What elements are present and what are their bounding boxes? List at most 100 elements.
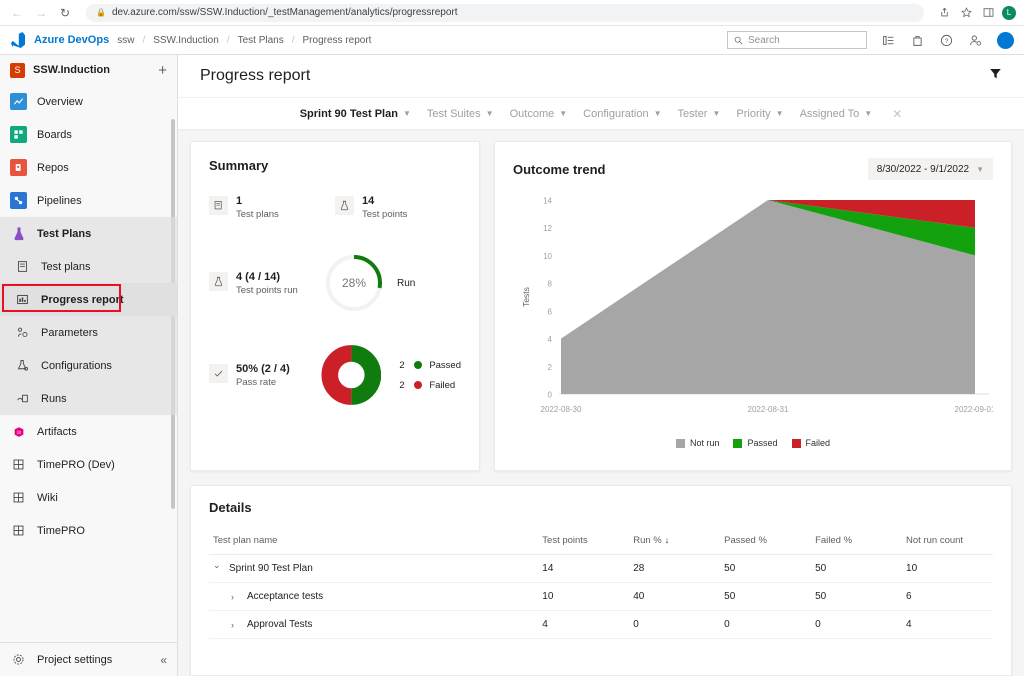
pass-value: 50% (2 / 4) xyxy=(236,363,290,375)
sidebar-item-artifacts[interactable]: Artifacts xyxy=(0,415,177,448)
cell-failed-pct: 0 xyxy=(811,611,902,639)
sidebar-item-overview[interactable]: Overview xyxy=(0,85,177,118)
sidebar-item-boards[interactable]: Boards xyxy=(0,118,177,151)
add-button[interactable]: + xyxy=(158,63,167,78)
avatar[interactable] xyxy=(997,32,1014,49)
azure-devops-logo[interactable] xyxy=(10,32,26,48)
sidebar-item-parameters[interactable]: Parameters xyxy=(0,316,177,349)
run-label: Test points run xyxy=(236,285,298,296)
sidebar-item-progress-report[interactable]: Progress report xyxy=(0,283,177,316)
column-header-test-plan-name[interactable]: Test plan name xyxy=(209,529,538,555)
column-header-run-pct[interactable]: Run %↓ xyxy=(629,529,720,555)
chevron-down-icon: ▼ xyxy=(403,109,411,118)
breadcrumb-hub[interactable]: Test Plans xyxy=(238,35,284,46)
boards-icon xyxy=(10,126,27,143)
user-settings-icon[interactable] xyxy=(968,33,983,48)
help-icon[interactable]: ? xyxy=(939,33,954,48)
close-icon[interactable]: ✕ xyxy=(892,107,902,121)
shopping-bag-icon[interactable] xyxy=(910,33,925,48)
run-gauge: 28% xyxy=(323,252,385,314)
back-arrow-icon[interactable]: ← xyxy=(8,4,26,22)
details-table: Test plan name Test points Run %↓ Passed… xyxy=(209,529,993,639)
chevron-down-icon[interactable]: ⌄ xyxy=(213,560,222,571)
chevron-right-icon[interactable]: › xyxy=(231,620,240,630)
cell-test-plan-name: ›Acceptance tests xyxy=(209,583,538,611)
chevron-down-icon: ▼ xyxy=(486,109,494,118)
column-header-not-run-count[interactable]: Not run count xyxy=(902,529,993,555)
svg-text:8: 8 xyxy=(548,280,553,289)
row-name: Sprint 90 Test Plan xyxy=(229,563,313,574)
column-header-failed-pct[interactable]: Failed % xyxy=(811,529,902,555)
sidebar-item-project-settings[interactable]: Project settings « xyxy=(0,642,177,676)
date-range-selector[interactable]: 8/30/2022 - 9/1/2022 ▼ xyxy=(868,158,993,180)
cell-test-plan-name: › Approval Tests xyxy=(209,611,538,639)
breadcrumb-page[interactable]: Progress report xyxy=(303,35,372,46)
svg-text:2022-08-31: 2022-08-31 xyxy=(748,405,789,414)
cell-test-points: 10 xyxy=(538,583,629,611)
sidebar-item-pipelines[interactable]: Pipelines xyxy=(0,184,177,217)
sidebar-item-label: TimePRO (Dev) xyxy=(37,459,115,471)
column-header-passed-pct[interactable]: Passed % xyxy=(720,529,811,555)
project-header[interactable]: S SSW.Induction + xyxy=(0,55,177,85)
sidebar-item-repos[interactable]: Repos xyxy=(0,151,177,184)
sidebar-item-wiki[interactable]: Wiki xyxy=(0,481,177,514)
filter-configuration[interactable]: Configuration ▼ xyxy=(583,108,661,120)
legend-label: Passed xyxy=(747,438,777,448)
svg-text:0: 0 xyxy=(548,391,553,400)
filter-test-plan[interactable]: Sprint 90 Test Plan ▼ xyxy=(300,108,411,120)
side-panel-icon[interactable] xyxy=(980,5,996,21)
sidebar-item-label: Overview xyxy=(37,96,83,108)
brand-name[interactable]: Azure DevOps xyxy=(34,34,109,46)
legend-count: 2 xyxy=(399,380,407,391)
filter-outcome[interactable]: Outcome ▼ xyxy=(510,108,568,120)
reload-icon[interactable]: ↻ xyxy=(56,4,74,22)
browser-profile-avatar[interactable]: L xyxy=(1002,6,1016,20)
breadcrumb-org[interactable]: ssw xyxy=(117,35,134,46)
lock-icon: 🔒 xyxy=(96,8,106,17)
filter-priority[interactable]: Priority ▼ xyxy=(736,108,783,120)
filter-label: Sprint 90 Test Plan xyxy=(300,108,398,120)
forward-arrow-icon[interactable]: → xyxy=(32,4,50,22)
legend-item-passed[interactable]: Passed xyxy=(733,438,777,448)
cell-passed-pct: 50 xyxy=(720,555,811,583)
table-row[interactable]: ›Acceptance tests104050506 xyxy=(209,583,993,611)
share-icon[interactable] xyxy=(936,5,952,21)
star-icon[interactable] xyxy=(958,5,974,21)
row-name: Approval Tests xyxy=(247,619,312,630)
filter-funnel-icon[interactable] xyxy=(989,67,1002,85)
artifacts-icon xyxy=(10,423,27,440)
app-shell: S SSW.Induction + Overview Boards xyxy=(0,55,1024,676)
svg-text:Tests: Tests xyxy=(521,287,531,307)
page-header: Progress report xyxy=(178,55,1024,97)
collapse-chevrons-icon[interactable]: « xyxy=(160,653,167,667)
cell-run-pct: 28 xyxy=(629,555,720,583)
table-row[interactable]: ⌄Sprint 90 Test Plan1428505010 xyxy=(209,555,993,583)
filter-test-suites[interactable]: Test Suites ▼ xyxy=(427,108,494,120)
search-input[interactable]: Search xyxy=(727,31,867,49)
address-bar[interactable]: 🔒 dev.azure.com/ssw/SSW.Induction/_testM… xyxy=(86,4,924,22)
filter-assigned-to[interactable]: Assigned To ▼ xyxy=(800,108,873,120)
column-header-test-points[interactable]: Test points xyxy=(538,529,629,555)
chevron-down-icon: ▼ xyxy=(776,109,784,118)
legend-swatch-passed xyxy=(733,439,742,448)
sidebar-item-timepro-dev[interactable]: TimePRO (Dev) xyxy=(0,448,177,481)
test-plan-list-icon xyxy=(14,258,31,275)
sidebar-item-test-plans-hub[interactable]: Test Plans xyxy=(0,217,177,250)
cell-test-points: 14 xyxy=(538,555,629,583)
legend-swatch-failed xyxy=(792,439,801,448)
sidebar-item-timepro[interactable]: TimePRO xyxy=(0,514,177,547)
breadcrumb-project[interactable]: SSW.Induction xyxy=(153,35,219,46)
cell-not-run-count: 6 xyxy=(902,583,993,611)
table-row[interactable]: ›Approval Tests40004 xyxy=(209,611,993,639)
legend-item-failed[interactable]: Failed xyxy=(792,438,831,448)
chevron-right-icon[interactable]: › xyxy=(231,592,240,602)
search-placeholder: Search xyxy=(748,35,780,46)
sidebar-item-configurations[interactable]: Configurations xyxy=(0,349,177,382)
run-gauge-section: 4 (4 / 14) Test points run 28% Run xyxy=(209,252,461,314)
pass-stat: 50% (2 / 4) Pass rate xyxy=(209,363,317,388)
sidebar-item-test-plans[interactable]: Test plans xyxy=(0,250,177,283)
legend-item-not-run[interactable]: Not run xyxy=(676,438,720,448)
filter-tester[interactable]: Tester ▼ xyxy=(678,108,721,120)
list-icon[interactable] xyxy=(881,33,896,48)
sidebar-item-runs[interactable]: Runs xyxy=(0,382,177,415)
